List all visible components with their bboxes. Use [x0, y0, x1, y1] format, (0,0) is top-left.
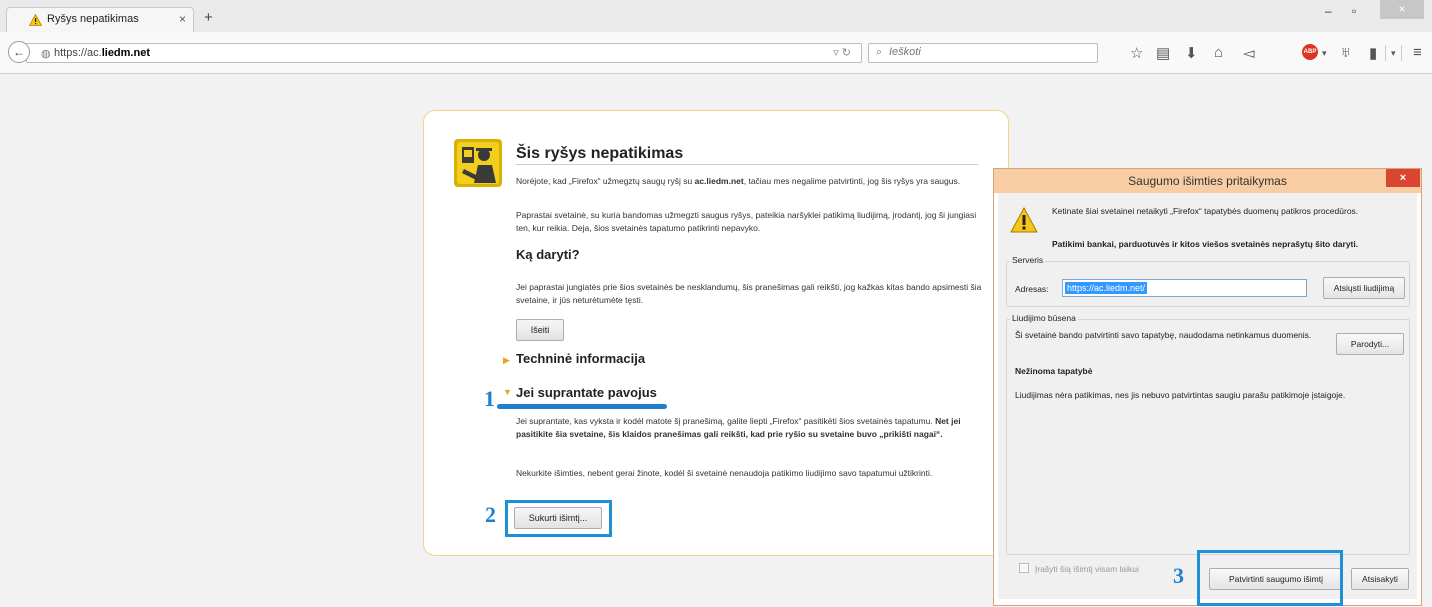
permanent-checkbox[interactable] [1019, 563, 1029, 573]
new-tab-button[interactable]: + [204, 9, 213, 26]
page-title: Šis ryšys nepatikimas [516, 145, 684, 162]
tab-title: Ryšys nepatikimas [47, 13, 139, 25]
search-input[interactable] [889, 46, 1089, 58]
annotation-highlight-box [505, 500, 612, 537]
leave-button[interactable]: Išeiti [516, 319, 564, 341]
share-icon[interactable]: ◅ [1243, 44, 1255, 62]
chevron-down-icon[interactable]: ▾ [1322, 48, 1327, 59]
address-field[interactable]: https://ac.liedm.net/ [1062, 279, 1307, 297]
annotation-step-1: 1 [484, 386, 495, 411]
window-close-button[interactable]: × [1380, 0, 1424, 19]
dialog-body: Ketinate šiai svetainei netaikyti „Firef… [998, 193, 1417, 599]
home-icon[interactable]: ⌂ [1214, 44, 1223, 61]
exception-warning-text: Nekurkite išimties, nebent gerai žinote,… [516, 468, 933, 478]
annotation-step-2: 2 [485, 502, 496, 527]
intro-text: Norėjote, kad „Firefox“ užmegztų saugų r… [516, 176, 961, 186]
globe-icon: ◍ [41, 48, 51, 60]
reading-list-icon[interactable]: ▤ [1156, 44, 1170, 62]
search-bar[interactable]: ⌕ [868, 43, 1098, 63]
status-text: Ši svetainė bando patvirtinti savo tapat… [1015, 330, 1312, 340]
view-button[interactable]: Parodyti... [1336, 333, 1404, 355]
what-to-do-heading: Ką daryti? [516, 247, 580, 262]
tab-close-icon[interactable]: × [179, 12, 186, 26]
explanation-text: Paprastai svetainė, su kuria bandomas už… [516, 210, 977, 233]
address-label: Adresas: [1015, 284, 1049, 294]
warning-bold-text: Patikimi bankai, parduotuvės ir kitos vi… [1052, 239, 1359, 249]
technical-info-heading[interactable]: Techninė informacija [516, 351, 645, 366]
reload-icon[interactable]: ▿ ↻ [833, 46, 851, 59]
what-to-do-text: Jei paprastai jungiatės prie šios svetai… [516, 282, 982, 305]
dialog-titlebar: Saugumo išimties pritaikymas × [994, 169, 1421, 193]
maximize-button[interactable]: ▫ [1352, 4, 1356, 18]
server-group-label: Serveris [1010, 255, 1046, 265]
untrusted-text: Liudijimas nėra patikimas, nes jis nebuv… [1015, 390, 1346, 400]
minimize-button[interactable]: – [1325, 4, 1332, 18]
bookmark-star-icon[interactable]: ☆ [1130, 44, 1143, 62]
extension-icon[interactable]: ♅ [1340, 44, 1351, 61]
warning-icon [1010, 207, 1038, 233]
tab-strip: Ryšys nepatikimas × + – ▫ × [0, 0, 1432, 32]
adblock-icon[interactable]: ABP [1302, 44, 1318, 60]
understand-risks-text: Jei suprantate, kas vyksta ir kodėl mato… [516, 416, 961, 439]
annotation-underline [497, 404, 667, 409]
menu-icon[interactable]: ≡ [1413, 44, 1422, 61]
security-exception-dialog: Saugumo išimties pritaikymas × Ketinate … [993, 168, 1422, 606]
url-bar[interactable]: ◍ https://ac.liedm.net ▿ ↻ [26, 43, 862, 63]
navigation-toolbar: ◍ https://ac.liedm.net ▿ ↻ ← ⌕ ☆ ▤ ⬇ ⌂ ◅… [0, 32, 1432, 74]
security-officer-icon [454, 139, 502, 187]
cancel-button[interactable]: Atsisakyti [1351, 568, 1409, 590]
expand-arrow-icon[interactable]: ▶ [503, 355, 510, 366]
unknown-identity-text: Nežinoma tapatybė [1015, 366, 1093, 376]
collapse-arrow-icon[interactable]: ▼ [503, 387, 512, 397]
dialog-title: Saugumo išimties pritaikymas [1128, 174, 1287, 188]
dialog-close-button[interactable]: × [1386, 169, 1420, 187]
title-divider [516, 164, 978, 165]
warning-icon [29, 14, 42, 26]
back-button[interactable]: ← [8, 41, 30, 63]
error-card: Šis ryšys nepatikimas Norėjote, kad „Fir… [423, 110, 1009, 556]
toolbar-separator [1401, 45, 1402, 61]
clipboard-icon[interactable]: ▮ [1369, 44, 1377, 62]
download-icon[interactable]: ⬇ [1185, 44, 1198, 62]
tab-current[interactable]: Ryšys nepatikimas × [6, 7, 194, 32]
warning-text: Ketinate šiai svetainei netaikyti „Firef… [1052, 206, 1359, 216]
permanent-checkbox-label: Įrašyti šią išimtį visam laikui [1035, 564, 1139, 574]
url-text: https://ac.liedm.net [54, 47, 150, 59]
certificate-status-label: Liudijimo būsena [1010, 313, 1078, 323]
understand-risks-heading[interactable]: Jei suprantate pavojus [516, 385, 657, 400]
toolbar-separator [1385, 45, 1386, 61]
chevron-down-icon[interactable]: ▾ [1391, 48, 1396, 59]
get-certificate-button[interactable]: Atsiųsti liudijimą [1323, 277, 1405, 299]
search-icon: ⌕ [876, 46, 883, 58]
annotation-highlight-box [1197, 550, 1343, 606]
annotation-step-3: 3 [1173, 563, 1184, 588]
